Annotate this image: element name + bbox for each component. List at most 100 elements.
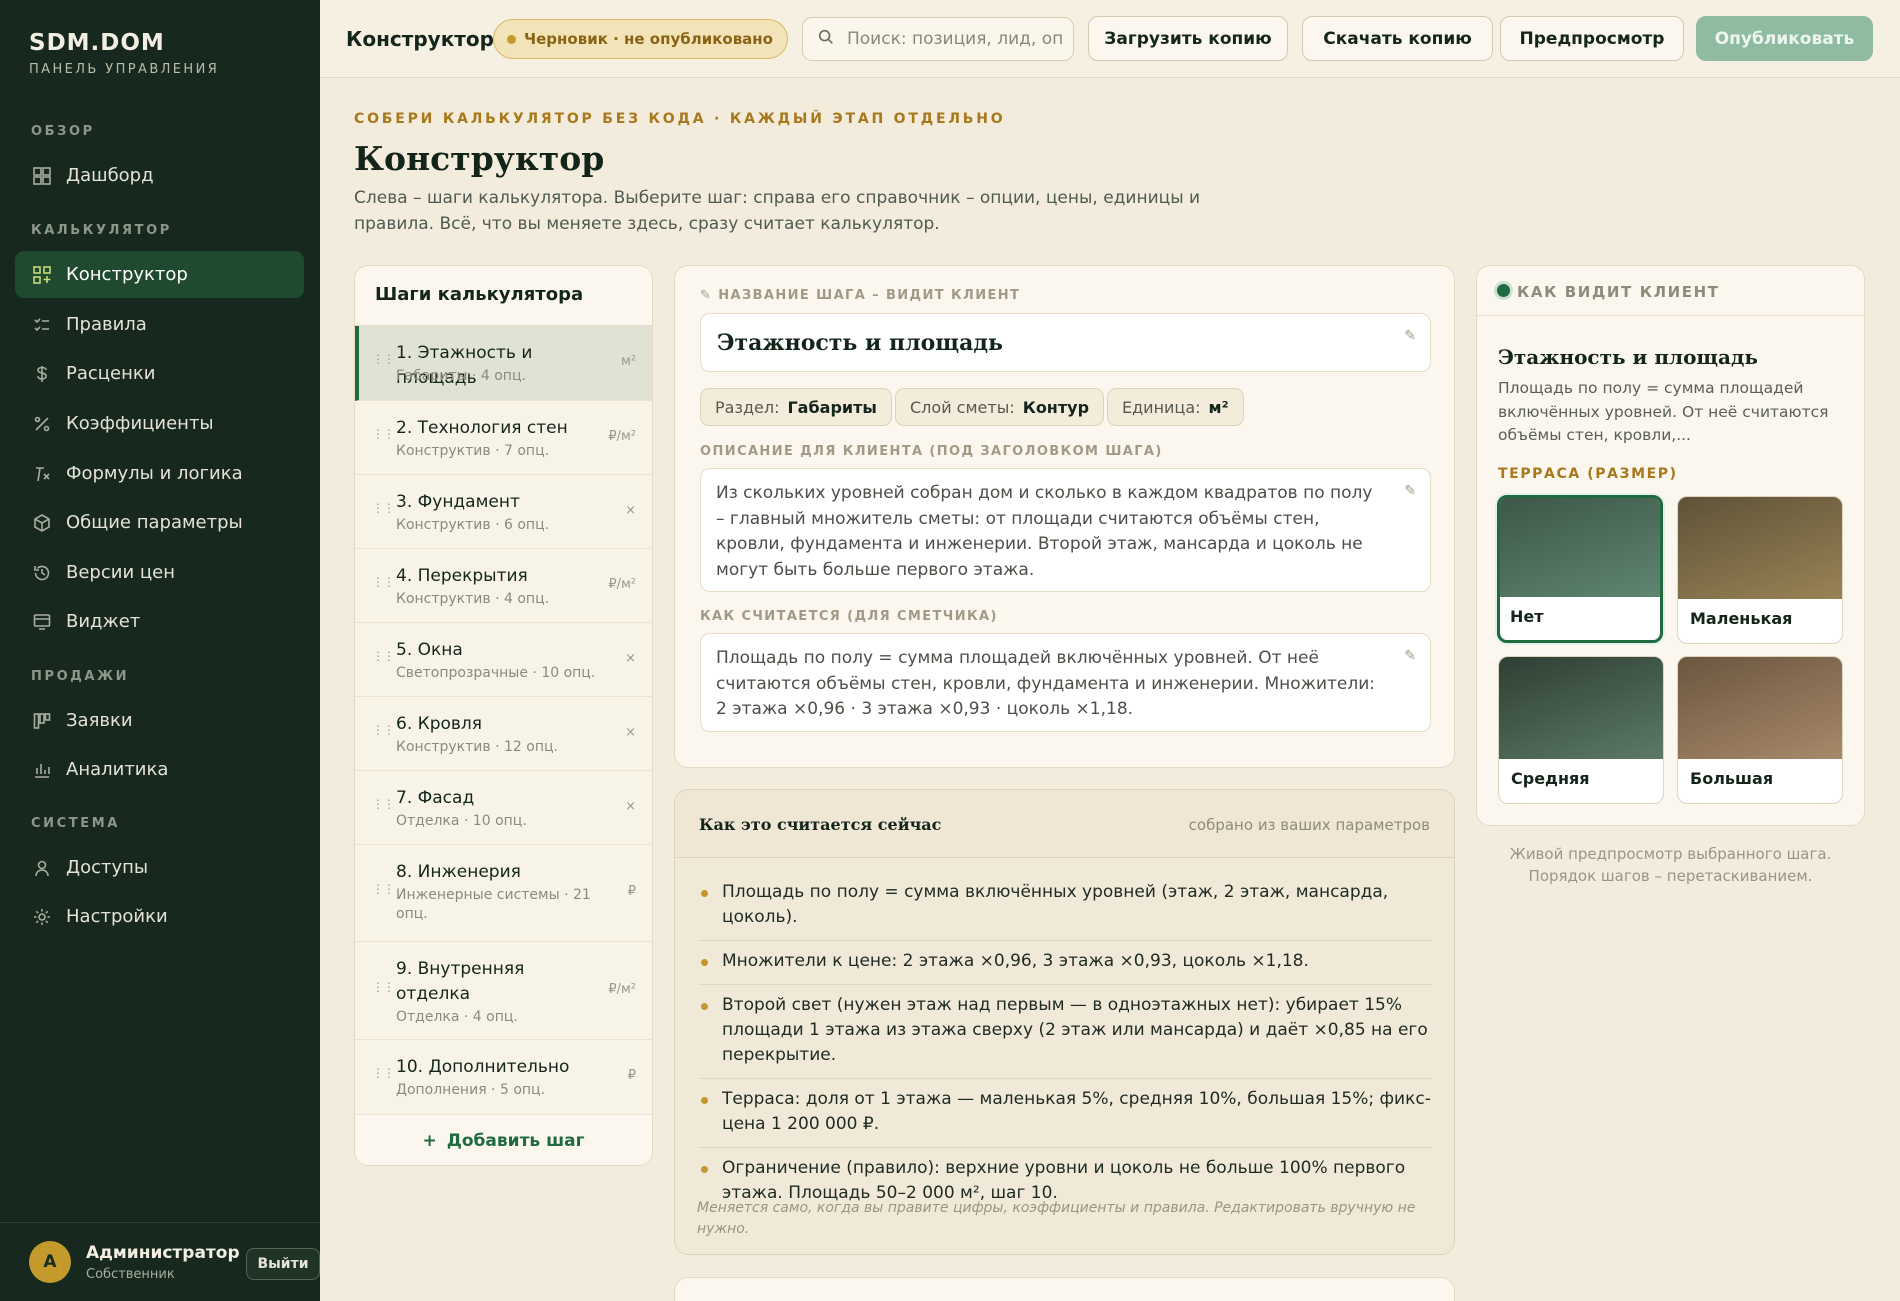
section-chip[interactable]: Раздел: Габариты bbox=[700, 388, 892, 426]
step-name: 6. Кровля bbox=[396, 714, 482, 734]
drag-handle-icon[interactable]: ⋮⋮ bbox=[372, 798, 395, 810]
step-item[interactable]: ⋮⋮ 2. Технология стен Конструктив · 7 оп… bbox=[355, 401, 652, 475]
bullet-icon bbox=[701, 1097, 708, 1104]
calculation-summary: Как это считается сейчас собрано из ваши… bbox=[674, 789, 1455, 1255]
list-item-text: Ограничение (правило): верхние уровни и … bbox=[722, 1158, 1406, 1203]
estimate-layer-chip[interactable]: Слой сметы: Контур bbox=[895, 388, 1105, 426]
sidebar-item-widget[interactable]: Виджет bbox=[15, 598, 304, 645]
grid-icon bbox=[31, 165, 53, 187]
kanban-icon bbox=[31, 710, 53, 732]
builder-icon bbox=[31, 264, 53, 286]
step-name: 2. Технология стен bbox=[396, 418, 568, 438]
step-name: 8. Инженерия bbox=[396, 862, 521, 882]
upload-copy-button[interactable]: Загрузить копию bbox=[1088, 16, 1288, 61]
add-step-label: Добавить шаг bbox=[446, 1131, 585, 1151]
steps-panel: Шаги калькулятора ⋮⋮ 1. Этажность и площ… bbox=[354, 265, 653, 1166]
download-copy-button[interactable]: Скачать копию bbox=[1302, 16, 1493, 61]
unit-chip[interactable]: Единица: м² bbox=[1107, 388, 1244, 426]
step-name: 3. Фундамент bbox=[396, 492, 520, 512]
search-icon bbox=[817, 28, 835, 50]
preview-step-title: Этажность и площадь bbox=[1498, 345, 1758, 369]
step-item[interactable]: ⋮⋮ 3. Фундамент Конструктив · 6 опц. × bbox=[355, 475, 652, 549]
calculation-summary-header: Как это считается сейчас собрано из ваши… bbox=[675, 790, 1454, 858]
search-input[interactable] bbox=[847, 29, 1062, 49]
step-item[interactable]: ⋮⋮ 10. Дополнительно Дополнения · 5 опц.… bbox=[355, 1040, 652, 1115]
step-item[interactable]: ⋮⋮ 4. Перекрытия Конструктив · 4 опц. ₽/… bbox=[355, 549, 652, 623]
option-label: Нет bbox=[1510, 607, 1544, 626]
sidebar-item-formulas[interactable]: Формулы и логика bbox=[15, 450, 304, 497]
list-item-text: Терраса: доля от 1 этажа — маленькая 5%,… bbox=[722, 1089, 1431, 1134]
sidebar-item-settings[interactable]: Настройки bbox=[15, 893, 304, 940]
drag-handle-icon[interactable]: ⋮⋮ bbox=[372, 1067, 395, 1079]
widget-icon bbox=[31, 611, 53, 633]
drag-handle-icon[interactable]: ⋮⋮ bbox=[372, 650, 395, 662]
drag-handle-icon[interactable]: ⋮⋮ bbox=[372, 576, 395, 588]
preview-button[interactable]: Предпросмотр bbox=[1500, 16, 1684, 61]
drag-handle-icon[interactable]: ⋮⋮ bbox=[372, 883, 395, 895]
list-item-text: Множители к цене: 2 этажа ×0,96, 3 этажа… bbox=[722, 951, 1309, 971]
sidebar-item-builder[interactable]: Конструктор bbox=[15, 251, 304, 298]
sidebar-item-dashboard[interactable]: Дашборд bbox=[15, 152, 304, 199]
step-item[interactable]: ⋮⋮ 8. Инженерия Инженерные системы · 21 … bbox=[355, 845, 652, 942]
calc-method-field[interactable]: Площадь по полу = сумма площадей включён… bbox=[700, 633, 1431, 732]
drag-handle-icon[interactable]: ⋮⋮ bbox=[372, 502, 395, 514]
sidebar-item-general-params[interactable]: Общие параметры bbox=[15, 499, 304, 546]
sidebar-item-analytics[interactable]: Аналитика bbox=[15, 746, 304, 793]
step-item[interactable]: ⋮⋮ 7. Фасад Отделка · 10 опц. × bbox=[355, 771, 652, 845]
next-card bbox=[674, 1277, 1455, 1301]
gear-icon bbox=[31, 906, 53, 928]
drag-handle-icon[interactable]: ⋮⋮ bbox=[372, 981, 395, 993]
option-label: Маленькая bbox=[1690, 609, 1793, 628]
topbar: Конструктор Черновик · не опубликовано З… bbox=[320, 0, 1900, 78]
search-box bbox=[802, 17, 1074, 61]
status-dot-icon bbox=[507, 35, 516, 44]
bar-chart-icon bbox=[31, 759, 53, 781]
topbar-title: Конструктор bbox=[346, 27, 494, 51]
option-tile[interactable]: Средняя bbox=[1498, 656, 1664, 804]
drag-handle-icon[interactable]: ⋮⋮ bbox=[372, 353, 395, 365]
drag-handle-icon[interactable]: ⋮⋮ bbox=[372, 428, 395, 440]
option-image bbox=[1678, 657, 1842, 759]
user-name: Администратор bbox=[86, 1243, 240, 1263]
step-meta: Конструктив · 4 опц. bbox=[396, 591, 550, 607]
step-item[interactable]: ⋮⋮ 6. Кровля Конструктив · 12 опц. × bbox=[355, 697, 652, 771]
option-tile[interactable]: Большая bbox=[1677, 656, 1843, 804]
sidebar-item-price-versions[interactable]: Версии цен bbox=[15, 549, 304, 596]
option-tile[interactable]: Маленькая bbox=[1677, 496, 1843, 644]
steps-panel-title: Шаги калькулятора bbox=[355, 266, 652, 326]
drag-handle-icon[interactable]: ⋮⋮ bbox=[372, 724, 395, 736]
sidebar-item-rules[interactable]: Правила bbox=[15, 301, 304, 348]
chip-value: м² bbox=[1208, 397, 1229, 417]
step-item[interactable]: ⋮⋮ 1. Этажность и площадь Габариты · 4 о… bbox=[355, 326, 652, 401]
sidebar-item-requests[interactable]: Заявки bbox=[15, 697, 304, 744]
live-indicator-icon bbox=[1497, 284, 1510, 297]
step-meta: Светопрозрачные · 10 опц. bbox=[396, 665, 596, 681]
sidebar-item-coefficients[interactable]: Коэффициенты bbox=[15, 400, 304, 447]
list-item: Множители к цене: 2 этажа ×0,96, 3 этажа… bbox=[699, 941, 1432, 985]
sidebar-item-label: Аналитика bbox=[66, 759, 169, 780]
rules-icon bbox=[31, 314, 53, 336]
step-name: 4. Перекрытия bbox=[396, 566, 528, 586]
client-preview-header: КАК ВИДИТ КЛИЕНТ bbox=[1477, 266, 1864, 316]
sidebar-item-access[interactable]: Доступы bbox=[15, 844, 304, 891]
sidebar-item-label: Доступы bbox=[66, 857, 149, 878]
chip-key: Раздел: bbox=[715, 397, 780, 417]
sidebar-item-rates[interactable]: Расценки bbox=[15, 350, 304, 397]
step-item[interactable]: ⋮⋮ 9. Внутренняя отделка Отделка · 4 опц… bbox=[355, 942, 652, 1040]
step-item[interactable]: ⋮⋮ 5. Окна Светопрозрачные · 10 опц. × bbox=[355, 623, 652, 697]
client-preview: КАК ВИДИТ КЛИЕНТ Этажность и площадь Пло… bbox=[1476, 265, 1865, 826]
bullet-icon bbox=[701, 890, 708, 897]
step-name-field[interactable]: Этажность и площадь ✎ bbox=[700, 313, 1431, 372]
logout-button[interactable]: Выйти bbox=[246, 1248, 320, 1280]
percent-icon bbox=[31, 413, 53, 435]
brand-subtitle: ПАНЕЛЬ УПРАВЛЕНИЯ bbox=[29, 62, 220, 77]
sidebar-item-label: Коэффициенты bbox=[66, 413, 214, 434]
publish-button[interactable]: Опубликовать bbox=[1696, 16, 1873, 61]
add-step-button[interactable]: + Добавить шаг bbox=[355, 1115, 652, 1165]
client-description-field[interactable]: Из скольких уровней собран дом и сколько… bbox=[700, 468, 1431, 592]
bullet-icon bbox=[701, 1166, 708, 1173]
step-unit: ₽/м² bbox=[608, 981, 636, 997]
pencil-icon: ✎ bbox=[1404, 483, 1416, 499]
option-tile[interactable]: Нет bbox=[1497, 495, 1663, 643]
calculation-summary-note: собрано из ваших параметров bbox=[1188, 816, 1430, 834]
